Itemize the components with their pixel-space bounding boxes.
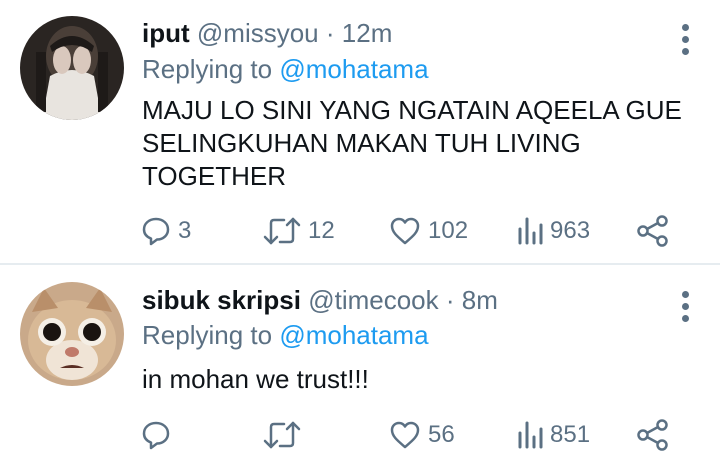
like-count: 102 bbox=[428, 217, 469, 244]
share-button[interactable] bbox=[636, 417, 670, 453]
views-button[interactable]: 851 bbox=[516, 417, 590, 453]
username[interactable]: @timecook bbox=[308, 285, 438, 315]
retweet-icon bbox=[263, 421, 301, 449]
tweet-text: in mohan we trust!!! bbox=[142, 364, 369, 394]
tweet[interactable]: iput @missyou · 12m Replying to @mohatam… bbox=[0, 0, 720, 265]
views-icon bbox=[518, 421, 543, 449]
timestamp[interactable]: 12m bbox=[342, 18, 393, 48]
mention-link[interactable]: @mohatama bbox=[279, 320, 428, 350]
views-count: 963 bbox=[550, 217, 591, 244]
avatar[interactable] bbox=[20, 16, 124, 120]
reply-count: 3 bbox=[178, 217, 192, 244]
avatar[interactable] bbox=[20, 282, 124, 386]
reply-icon bbox=[142, 217, 170, 246]
share-icon bbox=[637, 419, 668, 451]
tweet[interactable]: sibuk skripsi @timecook · 8m Replying to… bbox=[0, 265, 720, 460]
display-name[interactable]: iput bbox=[142, 18, 190, 48]
display-name[interactable]: sibuk skripsi bbox=[142, 285, 301, 315]
reply-button[interactable]: 3 bbox=[140, 213, 191, 249]
views-button[interactable]: 963 bbox=[516, 213, 590, 249]
heart-icon bbox=[390, 421, 420, 449]
retweet-icon bbox=[263, 217, 301, 245]
views-icon bbox=[518, 217, 543, 245]
like-button[interactable]: 102 bbox=[388, 213, 468, 249]
more-vertical-icon[interactable] bbox=[680, 24, 690, 55]
retweet-count: 12 bbox=[308, 217, 335, 244]
more-vertical-icon[interactable] bbox=[680, 291, 690, 322]
heart-icon bbox=[390, 217, 420, 245]
retweet-button[interactable] bbox=[262, 417, 308, 453]
share-button[interactable] bbox=[636, 213, 670, 249]
replying-to: Replying to @mohatama bbox=[142, 318, 429, 352]
mention-link[interactable]: @mohatama bbox=[279, 54, 428, 84]
share-icon bbox=[637, 215, 668, 247]
reply-button[interactable] bbox=[140, 417, 178, 453]
replying-to-label: Replying to bbox=[142, 320, 273, 350]
username[interactable]: @missyou bbox=[197, 18, 319, 48]
like-count: 56 bbox=[428, 421, 455, 448]
tweet-header: sibuk skripsi @timecook · 8m bbox=[142, 283, 498, 317]
separator: · bbox=[325, 18, 335, 48]
replying-to: Replying to @mohatama bbox=[142, 52, 429, 86]
tweet-header: iput @missyou · 12m bbox=[142, 16, 392, 50]
timestamp[interactable]: 8m bbox=[462, 285, 498, 315]
separator: · bbox=[445, 285, 455, 315]
views-count: 851 bbox=[550, 421, 591, 448]
retweet-button[interactable]: 12 bbox=[262, 213, 335, 249]
like-button[interactable]: 56 bbox=[388, 417, 455, 453]
reply-icon bbox=[142, 421, 170, 450]
tweet-text: MAJU LO SINI YANG NGATAIN AQEELA GUE SEL… bbox=[142, 95, 682, 191]
replying-to-label: Replying to bbox=[142, 54, 273, 84]
